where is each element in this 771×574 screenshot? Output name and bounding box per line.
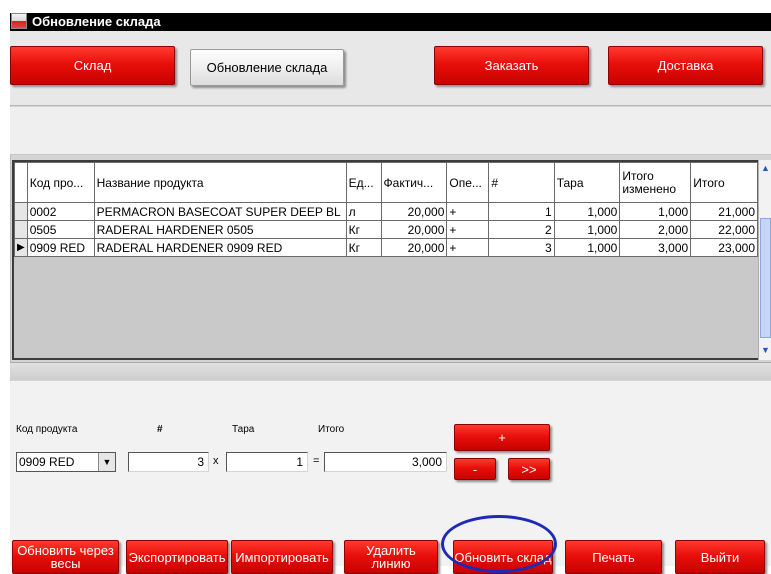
dropdown-arrow-icon[interactable]: ▼: [98, 453, 115, 471]
import-button[interactable]: Импортировать: [231, 540, 333, 574]
print-button[interactable]: Печать: [565, 540, 662, 574]
cell-tara: 1,000: [553, 238, 621, 257]
cell-tara: 1,000: [553, 202, 621, 221]
row-indicator: [14, 202, 28, 221]
order-button[interactable]: Заказать: [434, 46, 589, 85]
column-header-op[interactable]: Опе...: [446, 162, 490, 203]
products-table: Код про... Название продукта Ед... Факти…: [14, 162, 758, 257]
table-header-row: Код про... Название продукта Ед... Факти…: [14, 162, 758, 203]
product-code-select[interactable]: 0909 RED ▼: [16, 452, 116, 472]
column-header-name[interactable]: Название продукта: [93, 162, 347, 203]
cell-total: 21,000: [690, 202, 758, 221]
app-icon: [11, 13, 27, 29]
column-header-total[interactable]: Итого: [690, 162, 758, 203]
highlight-circle: [441, 515, 557, 573]
scroll-thumb[interactable]: [760, 218, 771, 338]
delete-line-button[interactable]: Удалить линию: [344, 540, 438, 574]
cell-unit: л: [345, 202, 382, 221]
product-code-label: Код продукта: [16, 424, 78, 435]
row-indicator-header: [14, 162, 28, 203]
plus-button[interactable]: +: [454, 424, 550, 451]
grid-vertical-scrollbar[interactable]: ▲ ▼: [758, 160, 771, 360]
cell-name: RADERAL HARDENER 0505: [93, 220, 347, 239]
cell-name: RADERAL HARDENER 0909 RED: [93, 238, 347, 257]
num-field[interactable]: 3: [128, 452, 209, 472]
tara-label: Тара: [232, 424, 255, 435]
column-header-changed[interactable]: Итого изменено: [619, 162, 692, 203]
num-label: #: [157, 424, 163, 435]
column-header-num[interactable]: #: [488, 162, 555, 203]
cell-unit: Кг: [345, 238, 382, 257]
cell-num: 2: [488, 220, 555, 239]
cell-unit: Кг: [345, 220, 382, 239]
cell-code: 0909 RED: [26, 238, 95, 257]
product-code-value: 0909 RED: [19, 455, 75, 469]
export-button[interactable]: Экспортировать: [126, 540, 228, 574]
total-label: Итого: [318, 424, 345, 435]
next-button[interactable]: >>: [508, 458, 550, 480]
cell-op: +: [446, 238, 490, 257]
tara-field[interactable]: 1: [226, 452, 308, 472]
cell-actual: 20,000: [380, 202, 448, 221]
update-warehouse-tab-button[interactable]: Обновление склада: [190, 49, 344, 86]
cell-code: 0002: [26, 202, 95, 221]
cell-changed: 2,000: [619, 220, 692, 239]
column-header-tara[interactable]: Тара: [553, 162, 621, 203]
cell-actual: 20,000: [380, 220, 448, 239]
update-by-scales-button[interactable]: Обновить через весы: [12, 540, 119, 574]
products-grid[interactable]: Код про... Название продукта Ед... Факти…: [12, 160, 758, 360]
column-header-actual[interactable]: Фактич...: [380, 162, 448, 203]
column-header-code[interactable]: Код про...: [26, 162, 95, 203]
cell-op: +: [446, 202, 490, 221]
scroll-down-icon[interactable]: ▼: [760, 344, 771, 356]
equals-sign: =: [313, 455, 320, 467]
cell-total: 22,000: [690, 220, 758, 239]
row-indicator: [14, 220, 28, 239]
edit-panel: [10, 381, 771, 566]
cell-op: +: [446, 220, 490, 239]
cell-num: 1: [488, 202, 555, 221]
table-row[interactable]: 0505 RADERAL HARDENER 0505 Кг 20,000 + 2…: [14, 220, 758, 239]
cell-total: 23,000: [690, 238, 758, 257]
cell-name: PERMACRON BASECOAT SUPER DEEP BL: [93, 202, 347, 221]
column-header-unit[interactable]: Ед...: [345, 162, 382, 203]
cell-tara: 1,000: [553, 220, 621, 239]
cell-actual: 20,000: [380, 238, 448, 257]
minus-button[interactable]: -: [454, 458, 496, 480]
cell-num: 3: [488, 238, 555, 257]
exit-button[interactable]: Выйти: [675, 540, 765, 574]
cell-changed: 3,000: [619, 238, 692, 257]
warehouse-button[interactable]: Склад: [10, 46, 175, 85]
splitter-bar[interactable]: [10, 362, 771, 380]
table-row[interactable]: 0002 PERMACRON BASECOAT SUPER DEEP BL л …: [14, 202, 758, 221]
cell-changed: 1,000: [619, 202, 692, 221]
scroll-up-icon[interactable]: ▲: [760, 162, 771, 174]
cell-code: 0505: [26, 220, 95, 239]
total-field[interactable]: 3,000: [324, 452, 447, 472]
table-row-selected[interactable]: ▶ 0909 RED RADERAL HARDENER 0909 RED Кг …: [14, 238, 758, 257]
window-title: Обновление склада: [32, 14, 161, 29]
delivery-button[interactable]: Доставка: [608, 46, 763, 85]
current-row-arrow-icon: ▶: [14, 238, 28, 257]
spacer-band: [10, 107, 771, 155]
multiply-sign: x: [213, 455, 219, 467]
